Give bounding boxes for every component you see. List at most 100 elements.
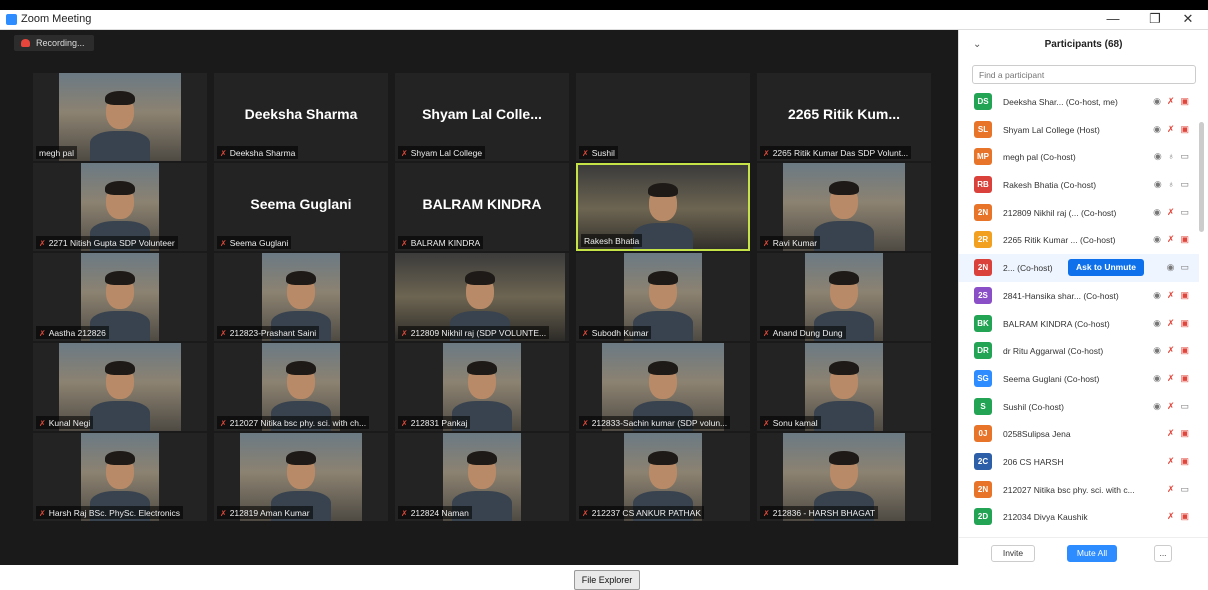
invite-button[interactable]: Invite: [991, 545, 1035, 562]
participant-row[interactable]: 2S 2841-Hansika shar... (Co-host) ◉ ✗ ▣: [959, 282, 1199, 310]
video-icon[interactable]: ▭: [1180, 484, 1189, 495]
mic-muted-icon[interactable]: ✗: [1167, 290, 1175, 301]
video-off-icon[interactable]: ▣: [1180, 234, 1189, 245]
video-tile[interactable]: ✗ 212823-Prashant Saini: [214, 253, 388, 341]
video-off-icon[interactable]: ▣: [1180, 318, 1189, 329]
video-tile[interactable]: Rakesh Bhatia: [576, 163, 750, 251]
participant-row[interactable]: DS Deeksha Shar... (Co-host, me) ◉ ✗ ▣: [959, 88, 1199, 116]
mic-muted-icon[interactable]: ✗: [1167, 124, 1175, 135]
mic-muted-icon[interactable]: ✗: [1167, 207, 1175, 218]
ask-to-unmute-button[interactable]: Ask to Unmute: [1068, 259, 1144, 277]
tile-name-label: ✗ Shyam Lal College: [398, 146, 486, 159]
video-tile[interactable]: ✗ Kunal Negi: [33, 343, 207, 431]
video-off-icon[interactable]: ▣: [1180, 96, 1189, 107]
participant-list-scrollbar[interactable]: [1199, 122, 1204, 232]
video-tile[interactable]: Deeksha Sharma ✗ Deeksha Sharma: [214, 73, 388, 161]
video-tile[interactable]: ✗ 2271 Nitish Gupta SDP Volunteer: [33, 163, 207, 251]
file-explorer-button[interactable]: File Explorer: [574, 570, 640, 590]
video-off-icon[interactable]: ▣: [1180, 456, 1189, 467]
video-tile[interactable]: megh pal: [33, 73, 207, 161]
participant-row[interactable]: 2N 212809 Nikhil raj (... (Co-host) ◉ ✗ ▭: [959, 199, 1199, 227]
video-tile[interactable]: ✗ 212824 Naman: [395, 433, 569, 521]
mic-muted-icon[interactable]: ✗: [1167, 345, 1175, 356]
video-tile[interactable]: Shyam Lal Colle... ✗ Shyam Lal College: [395, 73, 569, 161]
participant-status-icons: ◉ ✗ ▣: [1153, 234, 1189, 245]
video-icon[interactable]: ▭: [1180, 207, 1189, 218]
video-off-icon[interactable]: ▣: [1180, 373, 1189, 384]
video-tile[interactable]: ✗ 212809 Nikhil raj (SDP VOLUNTE...: [395, 253, 569, 341]
participant-search-input[interactable]: [972, 65, 1196, 84]
video-tile[interactable]: Seema Guglani ✗ Seema Guglani: [214, 163, 388, 251]
video-off-icon[interactable]: ▣: [1180, 124, 1189, 135]
close-button[interactable]: ✕: [1178, 11, 1198, 27]
video-off-icon[interactable]: ▣: [1180, 290, 1189, 301]
video-tile[interactable]: ✗ 212027 Nitika bsc phy. sci. with ch...: [214, 343, 388, 431]
video-tile[interactable]: ✗ Sushil: [576, 73, 750, 161]
minimize-button[interactable]: —: [1103, 11, 1123, 26]
video-tile[interactable]: ✗ 212831 Pankaj: [395, 343, 569, 431]
mic-muted-icon: ✗: [39, 238, 46, 248]
video-icon[interactable]: ▭: [1180, 179, 1189, 190]
mic-muted-icon[interactable]: ✗: [1167, 511, 1175, 522]
person-body: [90, 131, 150, 161]
more-options-button[interactable]: ...: [1154, 545, 1172, 562]
mic-muted-icon[interactable]: ✗: [1167, 318, 1175, 329]
video-off-icon[interactable]: ▣: [1180, 345, 1189, 356]
tile-name-text: 2271 Nitish Gupta SDP Volunteer: [48, 238, 175, 248]
participant-row[interactable]: 2C 206 CS HARSH ✗ ▣: [959, 448, 1199, 476]
person-hair: [105, 271, 135, 285]
video-tile[interactable]: ✗ 212237 CS ANKUR PATHAK: [576, 433, 750, 521]
mic-muted-icon: ✗: [401, 328, 408, 338]
mic-muted-icon[interactable]: ✗: [1167, 373, 1175, 384]
participant-row[interactable]: 2N 212027 Nitika bsc phy. sci. with c... ✗…: [959, 476, 1199, 504]
participant-name: Sushil (Co-host): [1003, 401, 1064, 412]
participant-row[interactable]: SL Shyam Lal College (Host) ◉ ✗ ▣: [959, 116, 1199, 144]
participant-row[interactable]: BK BALRAM KINDRA (Co-host) ◉ ✗ ▣: [959, 310, 1199, 338]
video-tile[interactable]: ✗ Ravi Kumar: [757, 163, 931, 251]
participant-row[interactable]: 2D 212034 Divya Kaushik ✗ ▣: [959, 503, 1199, 531]
mic-muted-icon[interactable]: ✗: [1167, 401, 1175, 412]
video-tile[interactable]: ✗ 212836 - HARSH BHAGAT: [757, 433, 931, 521]
video-tile[interactable]: ✗ Subodh Kumar: [576, 253, 750, 341]
eye-icon: ◉: [1153, 234, 1161, 245]
video-tile[interactable]: ✗ Aastha 212826: [33, 253, 207, 341]
participant-row[interactable]: RB Rakesh Bhatia (Co-host) ◉ ♁ ▭: [959, 171, 1199, 199]
participant-status-icons: ◉ ✗ ▣: [1153, 345, 1189, 356]
video-off-icon[interactable]: ▣: [1180, 511, 1189, 522]
participant-row[interactable]: 0J 0258Sulipsa Jena ✗ ▣: [959, 420, 1199, 448]
mic-icon[interactable]: ♁: [1168, 151, 1175, 162]
video-icon[interactable]: ▭: [1180, 262, 1189, 273]
participant-row[interactable]: S Sushil (Co-host) ◉ ✗ ▭: [959, 393, 1199, 421]
video-tile[interactable]: ✗ 212819 Aman Kumar: [214, 433, 388, 521]
mute-all-button[interactable]: Mute All: [1067, 545, 1117, 562]
mic-muted-icon[interactable]: ✗: [1167, 484, 1175, 495]
video-icon[interactable]: ▭: [1180, 151, 1189, 162]
restore-button[interactable]: ❐: [1145, 11, 1165, 27]
tile-name-text: BALRAM KINDRA: [410, 238, 481, 248]
mic-muted-icon[interactable]: ✗: [1167, 456, 1175, 467]
participant-row[interactable]: 2R 2265 Ritik Kumar ... (Co-host) ◉ ✗ ▣: [959, 226, 1199, 254]
video-tile[interactable]: ✗ Anand Dung Dung: [757, 253, 931, 341]
mic-muted-icon[interactable]: ✗: [1167, 96, 1175, 107]
participant-row[interactable]: MP megh pal (Co-host) ◉ ♁ ▭: [959, 143, 1199, 171]
participant-row[interactable]: SG Seema Guglani (Co-host) ◉ ✗ ▣: [959, 365, 1199, 393]
video-tile[interactable]: ✗ Harsh Raj BSc. PhySc. Electronics: [33, 433, 207, 521]
video-icon[interactable]: ▭: [1180, 401, 1189, 412]
video-tile[interactable]: BALRAM KINDRA ✗ BALRAM KINDRA: [395, 163, 569, 251]
person-hair: [467, 361, 497, 375]
video-tile[interactable]: 2265 Ritik Kum... ✗ 2265 Ritik Kumar Das S…: [757, 73, 931, 161]
tile-name-text: Deeksha Sharma: [229, 148, 296, 158]
tile-name-text: Aastha 212826: [48, 328, 106, 338]
eye-icon: ◉: [1166, 262, 1175, 273]
participant-row[interactable]: DR dr Ritu Aggarwal (Co-host) ◉ ✗ ▣: [959, 337, 1199, 365]
video-tile[interactable]: ✗ Sonu kamal: [757, 343, 931, 431]
participant-row[interactable]: 2N 2... (Co-host) Ask to Unmute ◉ ▭: [959, 254, 1199, 282]
participant-avatar: MP: [974, 148, 992, 166]
participant-avatar: DR: [974, 342, 992, 360]
mic-muted-icon[interactable]: ✗: [1167, 234, 1175, 245]
mic-muted-icon[interactable]: ✗: [1167, 428, 1175, 439]
video-off-icon[interactable]: ▣: [1180, 428, 1189, 439]
video-tile[interactable]: ✗ 212833-Sachin kumar (SDP volun...: [576, 343, 750, 431]
recording-indicator[interactable]: Recording...: [14, 35, 94, 51]
mic-icon[interactable]: ♁: [1168, 179, 1175, 190]
